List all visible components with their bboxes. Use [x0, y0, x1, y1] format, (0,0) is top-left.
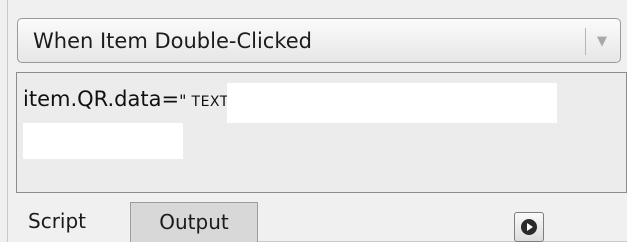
chevron-down-icon[interactable]: ▼: [591, 19, 613, 64]
script-panel: When Item Double-Clicked ▼ item.QR.data=…: [0, 0, 627, 242]
run-button[interactable]: [514, 212, 544, 242]
event-dropdown-value: When Item Double-Clicked: [33, 29, 312, 53]
code-string-value: TEXT: [191, 94, 229, 110]
script-editor[interactable]: item.QR.data=" TEXT ": [16, 72, 627, 193]
tab-output[interactable]: Output: [130, 202, 258, 242]
dropdown-separator: [585, 28, 586, 55]
play-icon: [527, 223, 533, 231]
code-text: item.QR.data=: [23, 87, 180, 111]
event-dropdown[interactable]: When Item Double-Clicked ▼: [17, 18, 621, 63]
redaction-block: [23, 123, 183, 159]
redaction-block: [227, 83, 557, 123]
panel-border: [7, 0, 8, 242]
code-line: item.QR.data=" TEXT ": [23, 87, 241, 111]
tab-script[interactable]: Script: [16, 202, 130, 242]
code-quote-open: ": [179, 91, 187, 110]
play-circle-icon: [521, 219, 537, 235]
